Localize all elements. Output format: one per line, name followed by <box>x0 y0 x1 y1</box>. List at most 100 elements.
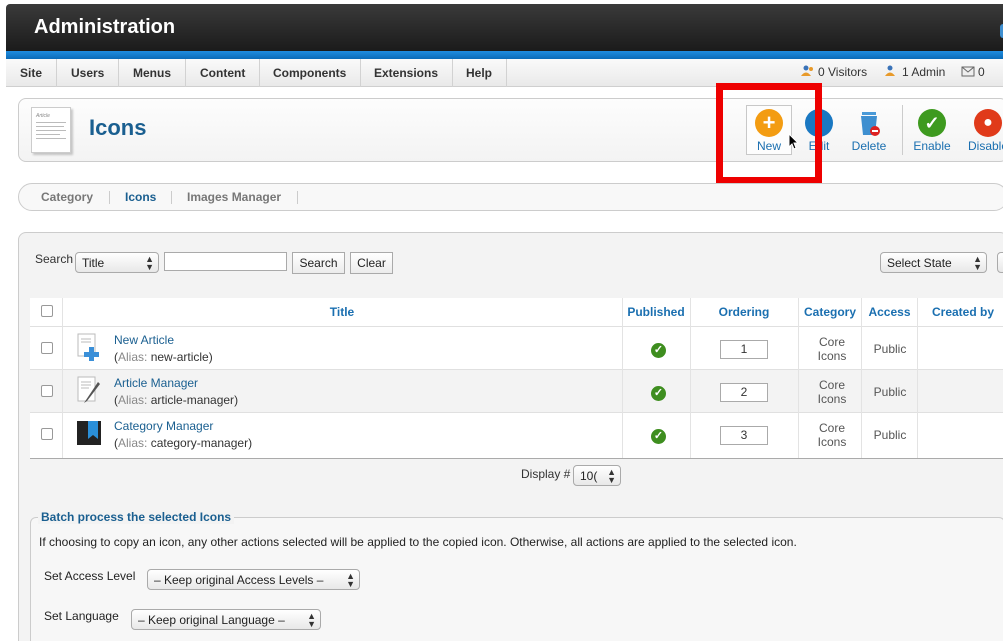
column-divider <box>690 298 691 458</box>
row-alias: (Alias: category-manager) <box>114 436 253 450</box>
header-access[interactable]: Access <box>862 298 917 326</box>
column-divider <box>62 298 63 458</box>
disable-button[interactable]: ● Disable <box>960 105 1003 157</box>
messages-icon <box>961 65 975 77</box>
published-check-icon[interactable]: ✓ <box>651 343 666 358</box>
messages-count: 0 <box>978 65 985 79</box>
column-divider <box>917 298 918 458</box>
search-field-select[interactable]: Title ▲ ▼ <box>75 252 159 273</box>
select-all-checkbox[interactable] <box>41 305 53 317</box>
batch-description: If choosing to copy an icon, any other a… <box>39 535 797 549</box>
menu-menus[interactable]: Menus <box>119 59 187 87</box>
delete-button[interactable]: Delete <box>841 105 897 157</box>
select-arrows-icon: ▲ ▼ <box>346 571 355 589</box>
page-title: Icons <box>89 115 147 140</box>
language-label: Set Language <box>44 609 119 623</box>
column-divider <box>798 298 799 458</box>
article-icon-text: Article <box>36 113 50 119</box>
header-created-by[interactable]: Created by <box>918 298 1003 326</box>
row-checkbox[interactable] <box>41 342 53 354</box>
admins-icon <box>885 65 899 77</box>
secondary-filter-select[interactable] <box>997 252 1003 273</box>
search-button[interactable]: Search <box>292 252 345 274</box>
tab-images-manager[interactable]: Images Manager <box>187 190 281 204</box>
check-icon: ✓ <box>918 109 946 137</box>
row-category: Core Icons <box>817 335 847 363</box>
search-label: Search <box>35 252 74 266</box>
row-title-link[interactable]: Article Manager <box>114 376 198 390</box>
trash-icon <box>855 109 883 137</box>
header-ordering[interactable]: Ordering <box>690 298 798 326</box>
row-title-link[interactable]: New Article <box>114 333 174 347</box>
access-level-select[interactable]: – Keep original Access Levels – ▲ ▼ <box>147 569 360 590</box>
clear-button[interactable]: Clear <box>350 252 393 274</box>
article-page-icon: Article <box>31 107 71 153</box>
visitors-icon <box>801 65 815 77</box>
display-count-value: 10( <box>580 469 598 483</box>
delete-button-label: Delete <box>851 139 887 153</box>
toolbar-divider <box>902 105 903 155</box>
row-checkbox[interactable] <box>41 428 53 440</box>
admin-title: Administration <box>34 16 176 38</box>
menu-help[interactable]: Help <box>452 59 508 87</box>
language-value: – Keep original Language – <box>138 613 285 627</box>
disable-button-label: Disable <box>967 139 1003 153</box>
row-category: Core Icons <box>817 421 847 449</box>
tab-category[interactable]: Category <box>41 190 93 204</box>
batch-title: Batch process the selected Icons <box>38 510 235 524</box>
display-count-select[interactable]: 10( ▲ ▼ <box>573 465 621 486</box>
row-alias: (Alias: article-manager) <box>114 393 239 407</box>
menu-content[interactable]: Content <box>186 59 261 87</box>
search-input[interactable] <box>164 252 287 271</box>
visitors-status[interactable]: 0 Visitors <box>801 65 867 79</box>
access-level-label: Set Access Level <box>44 569 136 583</box>
main-menu-bar: Site Users Menus Content Components Exte… <box>6 59 1003 87</box>
row-category: Core Icons <box>817 378 847 406</box>
admins-count: 1 Admin <box>902 65 946 79</box>
table-footer-line <box>30 458 1003 459</box>
header-category[interactable]: Category <box>799 298 861 326</box>
header-accent-bar <box>6 51 1003 59</box>
ordering-input[interactable]: 1 <box>720 340 768 359</box>
state-select-value: Select State <box>887 256 952 270</box>
row-title-link[interactable]: Category Manager <box>114 419 213 433</box>
article-manager-icon <box>76 376 102 404</box>
select-arrows-icon: ▲ ▼ <box>145 254 154 272</box>
published-check-icon[interactable]: ✓ <box>651 386 666 401</box>
ordering-input[interactable]: 2 <box>720 383 768 402</box>
select-arrows-icon: ▲ ▼ <box>307 611 316 629</box>
language-select[interactable]: – Keep original Language – ▲ ▼ <box>131 609 321 630</box>
menu-users[interactable]: Users <box>57 59 120 87</box>
row-checkbox[interactable] <box>41 385 53 397</box>
submenu-tabs: Category Icons Images Manager <box>18 183 1003 211</box>
new-article-icon <box>76 333 102 361</box>
state-select[interactable]: Select State ▲ ▼ <box>880 252 987 273</box>
row-alias: (Alias: new-article) <box>114 350 213 364</box>
disable-icon: ● <box>974 109 1002 137</box>
enable-button[interactable]: ✓ Enable <box>904 105 960 157</box>
menu-extensions[interactable]: Extensions <box>360 59 454 87</box>
highlight-annotation-box <box>716 83 822 184</box>
tab-icons[interactable]: Icons <box>125 190 156 204</box>
column-divider <box>861 298 862 458</box>
ordering-input[interactable]: 3 <box>720 426 768 445</box>
admins-status[interactable]: 1 Admin <box>885 65 945 79</box>
display-count-label: Display # <box>521 467 571 481</box>
visitors-count: 0 Visitors <box>818 65 868 79</box>
row-access: Public <box>873 342 907 356</box>
published-check-icon[interactable]: ✓ <box>651 429 666 444</box>
row-access: Public <box>873 385 907 399</box>
access-level-value: – Keep original Access Levels – <box>154 573 324 587</box>
select-arrows-icon: ▲ ▼ <box>607 467 616 485</box>
messages-status[interactable]: 0 <box>961 65 985 79</box>
column-divider <box>622 298 623 458</box>
select-arrows-icon: ▲ ▼ <box>973 254 982 272</box>
header-published[interactable]: Published <box>622 298 690 326</box>
admin-header: Administration <box>6 4 1003 52</box>
enable-button-label: Enable <box>913 139 951 153</box>
menu-components[interactable]: Components <box>259 59 362 87</box>
header-title[interactable]: Title <box>63 298 621 326</box>
menu-site[interactable]: Site <box>6 59 58 87</box>
mouse-cursor-icon <box>788 132 800 154</box>
category-manager-icon <box>76 419 102 447</box>
